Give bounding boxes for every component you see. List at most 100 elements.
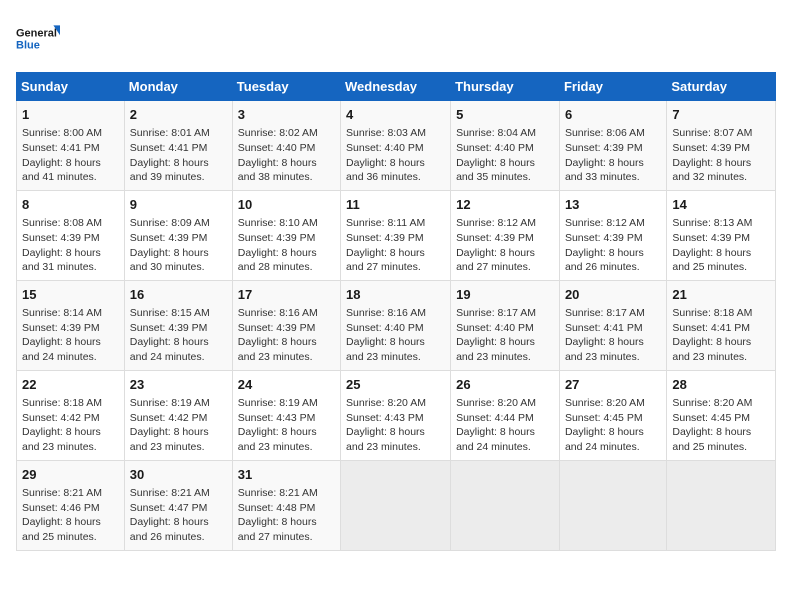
calendar-cell: 28 Sunrise: 8:20 AM Sunset: 4:45 PM Dayli… xyxy=(667,370,776,460)
day-number: 28 xyxy=(672,376,770,394)
day-info: Sunrise: 8:11 AM Sunset: 4:39 PM Dayligh… xyxy=(346,216,445,275)
day-info: Sunrise: 8:06 AM Sunset: 4:39 PM Dayligh… xyxy=(565,126,661,185)
day-info: Sunrise: 8:19 AM Sunset: 4:43 PM Dayligh… xyxy=(238,396,335,455)
day-number: 25 xyxy=(346,376,445,394)
calendar-cell: 30 Sunrise: 8:21 AM Sunset: 4:47 PM Dayli… xyxy=(124,460,232,550)
calendar-cell: 4 Sunrise: 8:03 AM Sunset: 4:40 PM Daylig… xyxy=(341,101,451,191)
day-info: Sunrise: 8:04 AM Sunset: 4:40 PM Dayligh… xyxy=(456,126,554,185)
calendar-cell: 23 Sunrise: 8:19 AM Sunset: 4:42 PM Dayli… xyxy=(124,370,232,460)
day-number: 18 xyxy=(346,286,445,304)
calendar-cell: 7 Sunrise: 8:07 AM Sunset: 4:39 PM Daylig… xyxy=(667,101,776,191)
calendar-cell: 8Sunrise: 8:08 AM Sunset: 4:39 PM Daylig… xyxy=(17,190,125,280)
calendar-cell: 5 Sunrise: 8:04 AM Sunset: 4:40 PM Daylig… xyxy=(451,101,560,191)
day-info: Sunrise: 8:20 AM Sunset: 4:43 PM Dayligh… xyxy=(346,396,445,455)
day-number: 24 xyxy=(238,376,335,394)
day-info: Sunrise: 8:21 AM Sunset: 4:48 PM Dayligh… xyxy=(238,486,335,545)
calendar-cell: 17 Sunrise: 8:16 AM Sunset: 4:39 PM Dayli… xyxy=(232,280,340,370)
day-number: 31 xyxy=(238,466,335,484)
calendar-cell: 20 Sunrise: 8:17 AM Sunset: 4:41 PM Dayli… xyxy=(559,280,666,370)
page-header: General Blue xyxy=(16,16,776,60)
calendar-cell xyxy=(341,460,451,550)
day-info: Sunrise: 8:17 AM Sunset: 4:40 PM Dayligh… xyxy=(456,306,554,365)
calendar-cell xyxy=(559,460,666,550)
day-number: 6 xyxy=(565,106,661,124)
day-info: Sunrise: 8:15 AM Sunset: 4:39 PM Dayligh… xyxy=(130,306,227,365)
calendar-cell: 27Sunrise: 8:20 AM Sunset: 4:45 PM Dayli… xyxy=(559,370,666,460)
day-number: 9 xyxy=(130,196,227,214)
day-info: Sunrise: 8:21 AM Sunset: 4:47 PM Dayligh… xyxy=(130,486,227,545)
calendar-cell: 13 Sunrise: 8:12 AM Sunset: 4:39 PM Dayli… xyxy=(559,190,666,280)
day-info: Sunrise: 8:20 AM Sunset: 4:45 PM Dayligh… xyxy=(565,396,661,455)
day-info: Sunrise: 8:13 AM Sunset: 4:39 PM Dayligh… xyxy=(672,216,770,275)
day-number: 23 xyxy=(130,376,227,394)
calendar-cell: 26 Sunrise: 8:20 AM Sunset: 4:44 PM Dayli… xyxy=(451,370,560,460)
calendar-cell: 10 Sunrise: 8:10 AM Sunset: 4:39 PM Dayli… xyxy=(232,190,340,280)
calendar-cell: 31 Sunrise: 8:21 AM Sunset: 4:48 PM Dayli… xyxy=(232,460,340,550)
day-number: 11 xyxy=(346,196,445,214)
day-info: Sunrise: 8:17 AM Sunset: 4:41 PM Dayligh… xyxy=(565,306,661,365)
day-number: 16 xyxy=(130,286,227,304)
col-header-wednesday: Wednesday xyxy=(341,73,451,101)
day-number: 10 xyxy=(238,196,335,214)
day-number: 3 xyxy=(238,106,335,124)
day-info: Sunrise: 8:21 AM Sunset: 4:46 PM Dayligh… xyxy=(22,486,119,545)
calendar-cell xyxy=(667,460,776,550)
day-number: 15 xyxy=(22,286,119,304)
day-number: 29 xyxy=(22,466,119,484)
day-number: 26 xyxy=(456,376,554,394)
day-number: 7 xyxy=(672,106,770,124)
day-info: Sunrise: 8:12 AM Sunset: 4:39 PM Dayligh… xyxy=(456,216,554,275)
col-header-monday: Monday xyxy=(124,73,232,101)
day-number: 12 xyxy=(456,196,554,214)
day-info: Sunrise: 8:18 AM Sunset: 4:41 PM Dayligh… xyxy=(672,306,770,365)
calendar-cell: 22Sunrise: 8:18 AM Sunset: 4:42 PM Dayli… xyxy=(17,370,125,460)
day-number: 22 xyxy=(22,376,119,394)
day-number: 30 xyxy=(130,466,227,484)
day-info: Sunrise: 8:12 AM Sunset: 4:39 PM Dayligh… xyxy=(565,216,661,275)
day-number: 5 xyxy=(456,106,554,124)
calendar-cell: 24 Sunrise: 8:19 AM Sunset: 4:43 PM Dayli… xyxy=(232,370,340,460)
calendar-cell: 11 Sunrise: 8:11 AM Sunset: 4:39 PM Dayli… xyxy=(341,190,451,280)
calendar-cell: 29 Sunrise: 8:21 AM Sunset: 4:46 PM Dayli… xyxy=(17,460,125,550)
day-info: Sunrise: 8:20 AM Sunset: 4:45 PM Dayligh… xyxy=(672,396,770,455)
calendar-cell: 25 Sunrise: 8:20 AM Sunset: 4:43 PM Dayli… xyxy=(341,370,451,460)
calendar-cell: 2 Sunrise: 8:01 AM Sunset: 4:41 PM Daylig… xyxy=(124,101,232,191)
col-header-thursday: Thursday xyxy=(451,73,560,101)
day-number: 17 xyxy=(238,286,335,304)
svg-text:Blue: Blue xyxy=(16,39,40,51)
day-info: Sunrise: 8:09 AM Sunset: 4:39 PM Dayligh… xyxy=(130,216,227,275)
calendar-cell: 21Sunrise: 8:18 AM Sunset: 4:41 PM Dayli… xyxy=(667,280,776,370)
calendar-cell xyxy=(451,460,560,550)
calendar-cell: 12 Sunrise: 8:12 AM Sunset: 4:39 PM Dayli… xyxy=(451,190,560,280)
day-info: Sunrise: 8:16 AM Sunset: 4:40 PM Dayligh… xyxy=(346,306,445,365)
day-info: Sunrise: 8:19 AM Sunset: 4:42 PM Dayligh… xyxy=(130,396,227,455)
day-number: 19 xyxy=(456,286,554,304)
calendar-cell: 15Sunrise: 8:14 AM Sunset: 4:39 PM Dayli… xyxy=(17,280,125,370)
col-header-friday: Friday xyxy=(559,73,666,101)
day-number: 13 xyxy=(565,196,661,214)
day-number: 20 xyxy=(565,286,661,304)
day-info: Sunrise: 8:10 AM Sunset: 4:39 PM Dayligh… xyxy=(238,216,335,275)
col-header-sunday: Sunday xyxy=(17,73,125,101)
calendar-cell: 3 Sunrise: 8:02 AM Sunset: 4:40 PM Daylig… xyxy=(232,101,340,191)
day-number: 4 xyxy=(346,106,445,124)
calendar-cell: 9 Sunrise: 8:09 AM Sunset: 4:39 PM Daylig… xyxy=(124,190,232,280)
day-number: 14 xyxy=(672,196,770,214)
day-info: Sunrise: 8:03 AM Sunset: 4:40 PM Dayligh… xyxy=(346,126,445,185)
calendar-cell: 18 Sunrise: 8:16 AM Sunset: 4:40 PM Dayli… xyxy=(341,280,451,370)
day-info: Sunrise: 8:20 AM Sunset: 4:44 PM Dayligh… xyxy=(456,396,554,455)
day-number: 2 xyxy=(130,106,227,124)
col-header-saturday: Saturday xyxy=(667,73,776,101)
day-number: 8 xyxy=(22,196,119,214)
day-info: Sunrise: 8:16 AM Sunset: 4:39 PM Dayligh… xyxy=(238,306,335,365)
calendar-cell: 14 Sunrise: 8:13 AM Sunset: 4:39 PM Dayli… xyxy=(667,190,776,280)
day-info: Sunrise: 8:02 AM Sunset: 4:40 PM Dayligh… xyxy=(238,126,335,185)
day-number: 1 xyxy=(22,106,119,124)
day-info: Sunrise: 8:07 AM Sunset: 4:39 PM Dayligh… xyxy=(672,126,770,185)
logo: General Blue xyxy=(16,16,60,60)
day-info: Sunrise: 8:01 AM Sunset: 4:41 PM Dayligh… xyxy=(130,126,227,185)
calendar-cell: 1 Sunrise: 8:00 AM Sunset: 4:41 PM Daylig… xyxy=(17,101,125,191)
day-info: Sunrise: 8:00 AM Sunset: 4:41 PM Dayligh… xyxy=(22,126,119,185)
col-header-tuesday: Tuesday xyxy=(232,73,340,101)
calendar-cell: 19 Sunrise: 8:17 AM Sunset: 4:40 PM Dayli… xyxy=(451,280,560,370)
